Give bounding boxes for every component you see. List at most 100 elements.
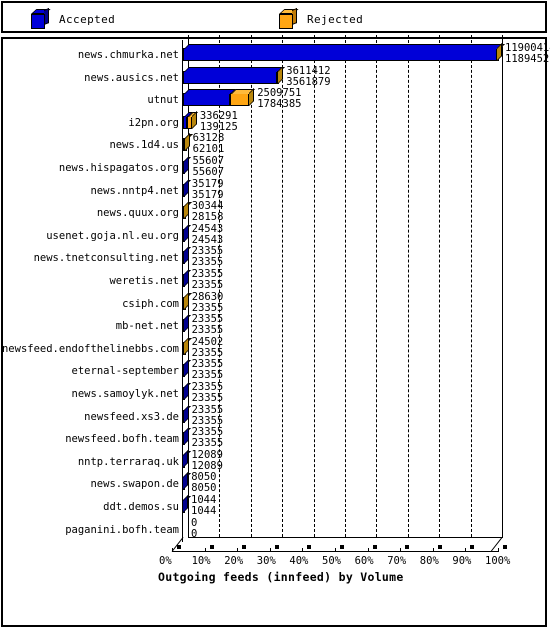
x-axis-tick-label: 40%: [289, 555, 309, 568]
category-label: weretis.net: [109, 275, 179, 287]
bar-value-accepted: 35179: [191, 188, 224, 201]
x-axis-tick-stem: [432, 548, 434, 553]
bar-end-cap: [191, 110, 197, 129]
chart-plot-frame: news.chmurka.net 1190041411894521 news.aus…: [1, 35, 550, 627]
gridline-30%: [282, 35, 284, 538]
x-axis-tick: [242, 545, 247, 550]
bar-top-face: [184, 44, 503, 49]
bar-value-total: 0: [191, 516, 198, 529]
category-label: i2pn.org: [128, 116, 179, 129]
x-axis-tick-stem: [367, 548, 369, 553]
bar-value-total: 23355: [191, 358, 224, 371]
x-axis-title: Outgoing feeds (innfeed) by Volume: [158, 570, 404, 585]
bar-value-accepted: 1044: [191, 505, 217, 517]
x-axis-tick-stem: [400, 548, 402, 553]
category-label: mb-net.net: [115, 320, 179, 333]
bar-value-accepted: 23355: [191, 256, 224, 269]
x-axis-tick-stem: [269, 548, 271, 553]
bar-value-accepted: 23355: [191, 437, 224, 450]
bar-top-face: [184, 66, 283, 72]
bar-value-total: 12089: [191, 448, 223, 461]
bar-value-accepted: 8050: [191, 482, 217, 495]
x-axis-tick-stem: [237, 548, 239, 553]
category-label: news.chmurka.net: [77, 49, 179, 61]
bar-value-total: 30344: [191, 200, 224, 213]
category-label: eternal-september: [71, 365, 179, 378]
bar-value-accepted: 28158: [191, 211, 224, 224]
bar-value-accepted: 139125: [199, 120, 238, 133]
x-axis-tick-stem: [204, 548, 206, 553]
category-label: news.nntp4.net: [90, 184, 179, 197]
bar-value-total: 11900414: [505, 42, 550, 54]
legend-label-accepted: Accepted: [59, 12, 116, 26]
x-axis-tick: [340, 545, 344, 550]
x-axis-tick-label: 50%: [322, 555, 341, 568]
gridline-100%: [502, 35, 503, 538]
gridline-40%: [313, 35, 315, 538]
legend-item-accepted: Accepted: [31, 3, 115, 35]
bar-value-accepted: 1784385: [257, 98, 302, 111]
gridline-80%: [439, 35, 441, 538]
x-axis-tick: [209, 545, 214, 550]
gridline-20%: [250, 35, 252, 538]
bar-value-total: 1044: [191, 494, 217, 506]
bar-value-accepted: 23355: [191, 324, 224, 337]
bar-value-total: 23355: [191, 426, 224, 439]
x-axis-tick-label: 90%: [452, 555, 472, 568]
bar-segment-accepted: [183, 89, 237, 107]
gridline-70%: [407, 35, 409, 538]
bar-segment-accepted: [183, 44, 503, 61]
x-axis-tick-label: 20%: [224, 555, 244, 568]
bar-value-total: 8050: [191, 471, 217, 484]
x-axis-tick-stem: [172, 548, 173, 553]
x-axis-tick: [437, 545, 442, 550]
bar-value-total: 23355: [191, 313, 224, 326]
x-axis-tick-label: 0%: [159, 555, 172, 568]
chart-legend: Accepted Rejected: [1, 1, 547, 33]
bar-value-total: 24543: [191, 222, 224, 235]
bar-segment-accepted: [183, 66, 283, 84]
x-axis-tick: [470, 545, 475, 550]
bar-value-total: 28630: [191, 290, 224, 303]
bar-value-accepted: 62101: [192, 143, 225, 156]
category-label: utnut: [147, 94, 179, 107]
cube-orange-icon: [279, 7, 299, 29]
x-axis-tick: [177, 545, 181, 550]
gridline-60%: [376, 35, 378, 538]
bar-value-accepted: 23355: [191, 392, 224, 404]
category-label: news.ausics.net: [84, 71, 179, 84]
bar-value-total: 336291: [199, 109, 238, 122]
bar-value-total: 55607: [192, 155, 225, 167]
x-axis-back-edge: [188, 537, 503, 539]
x-axis-tick-label: 60%: [354, 555, 374, 568]
x-axis-tick-stem: [335, 548, 336, 553]
x-axis-tick: [372, 545, 377, 550]
category-label: paganini.bofh.team: [65, 523, 179, 536]
bar-value-total: 35179: [191, 177, 224, 190]
x-axis-tick: [274, 545, 279, 550]
bar-value-accepted: 24543: [191, 233, 224, 246]
x-axis-right-connector: [490, 537, 503, 552]
x-axis-tick-label: 100%: [485, 555, 511, 568]
chart-plot-area: news.chmurka.net 1190041411894521 news.aus…: [2, 35, 550, 627]
category-label: usenet.goja.nl.eu.org: [46, 229, 179, 242]
bar-value-accepted: 23355: [191, 414, 224, 427]
bar-value-total: 63128: [192, 132, 225, 145]
bar-value-total: 23355: [191, 245, 224, 258]
y-axis-back-line: [188, 35, 189, 538]
x-axis-tick: [503, 545, 507, 550]
legend-item-rejected: Rejected: [279, 3, 363, 35]
category-label: nntp.terraraq.uk: [77, 455, 179, 468]
cube-blue-icon: [31, 7, 51, 29]
bar-value-total: 23355: [191, 268, 224, 280]
x-axis-tick-label: 10%: [191, 555, 211, 568]
category-label: newsfeed.xs3.de: [84, 410, 179, 423]
category-label: newsfeed.bofh.team: [65, 433, 179, 446]
x-axis-tick-label: 70%: [387, 555, 407, 568]
legend-label-rejected: Rejected: [307, 12, 364, 26]
x-axis-tick-stem: [302, 548, 304, 553]
category-label: news.samoylyk.net: [71, 388, 179, 400]
category-label: news.swapon.de: [90, 478, 179, 491]
x-axis-tick-stem: [465, 548, 467, 553]
category-label: csiph.com: [122, 297, 179, 310]
